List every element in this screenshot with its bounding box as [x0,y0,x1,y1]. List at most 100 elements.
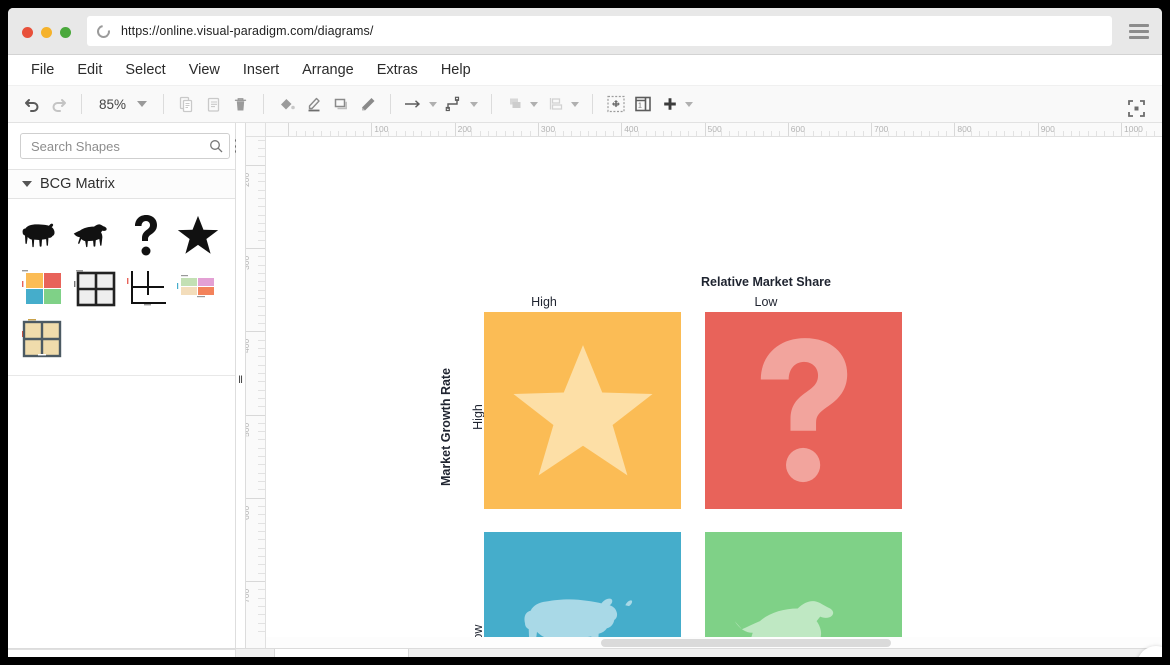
bring-to-front-icon[interactable] [501,91,528,118]
add-page-icon[interactable]: + [409,649,453,658]
triangle-down-icon[interactable] [22,181,32,187]
chevron-left-icon[interactable]: ❮ [1137,646,1162,657]
minimize-window-button[interactable] [41,27,52,38]
shapes-footer-button[interactable]: + Shapes... [8,649,235,657]
shape-item-bcg-axes[interactable] [122,263,170,311]
star-quadrant[interactable] [484,312,681,509]
ruler-tick [258,422,265,424]
chart-title: Relative Market Share [701,275,831,289]
reload-icon[interactable] [94,21,113,41]
ruler-tick [1121,123,1122,136]
ruler-tick [258,631,265,633]
add-chevron-down-icon[interactable] [685,101,694,107]
vertical-ruler[interactable]: 200 300 400 500 600 700 [246,137,266,648]
ruler-tick [258,606,265,608]
ruler-tick [258,197,265,199]
align-chevron-down-icon[interactable] [571,101,580,107]
ruler-tick [258,272,265,274]
copy-icon[interactable] [173,91,200,118]
line-color-icon[interactable] [300,91,327,118]
insert-shape-icon[interactable] [602,91,629,118]
menu-view[interactable]: View [179,59,230,81]
menu-arrange[interactable]: Arrange [292,59,364,81]
ruler-tick [258,431,265,433]
menu-file[interactable]: File [21,59,64,81]
maximize-window-button[interactable] [60,27,71,38]
cash-cow-quadrant[interactable] [484,532,681,648]
shadow-icon[interactable] [327,91,354,118]
shape-item-cow[interactable] [18,211,66,259]
section-bcg-matrix[interactable]: BCG Matrix [8,169,235,199]
ruler-label: 500 [707,124,722,134]
close-window-button[interactable] [22,27,33,38]
search-icon[interactable] [209,139,223,153]
ruler-label: 200 [457,124,472,134]
panel-splitter[interactable]: II [236,123,246,648]
ruler-label: 500 [246,422,251,437]
shape-item-bcg-matrix-grid[interactable] [70,263,118,311]
align-icon[interactable] [542,91,569,118]
toolbar-divider-2 [163,94,165,114]
ruler-tick [258,306,265,308]
horizontal-scrollbar-thumb[interactable] [601,639,891,647]
connection-arrow-icon[interactable] [400,91,427,118]
fullscreen-icon[interactable] [1123,95,1150,122]
app-window: https://online.visual-paradigm.com/diagr… [8,8,1162,657]
shape-item-star[interactable] [174,211,222,259]
ruler-tick [258,139,265,141]
diagram-sheet[interactable]: Relative Market Share High Low Market Gr… [266,137,1162,648]
shape-item-question-mark[interactable] [122,211,170,259]
splitter-grip-icon[interactable]: II [238,374,243,386]
ruler-tick [258,564,265,566]
horizontal-scrollbar[interactable] [266,637,1162,648]
footer-sidebar-area: + Shapes... [8,649,236,657]
menu-extras[interactable]: Extras [367,59,428,81]
connection-chevron-down-icon[interactable] [429,101,438,107]
ruler-tick [258,339,265,341]
redo-icon[interactable] [45,91,72,118]
ruler-tick [258,522,265,524]
ruler-tick [258,397,265,399]
ruler-label: 200 [246,172,251,187]
question-mark-quadrant[interactable] [705,312,902,509]
front-chevron-down-icon[interactable] [530,101,539,107]
ruler-tick [258,406,265,408]
ruler-tick [704,123,706,136]
toolbar-divider-1 [81,94,82,114]
horizontal-ruler[interactable]: 100 200 300 400 500 600 700 800 900 1000 [266,123,1162,137]
menu-edit[interactable]: Edit [67,59,112,81]
dog-quadrant[interactable] [705,532,902,648]
page-options-icon[interactable] [236,649,274,657]
fill-color-icon[interactable] [273,91,300,118]
zoom-chevron-down-icon[interactable] [137,101,148,107]
add-icon[interactable] [656,91,683,118]
shape-item-dog[interactable] [70,211,118,259]
ruler-tick [258,439,265,441]
ruler-tick [1037,123,1039,136]
insert-table-icon[interactable]: 1 [629,91,656,118]
trash-icon[interactable] [227,91,254,118]
menu-insert[interactable]: Insert [233,59,289,81]
shape-item-bcg-matrix-pastel[interactable] [174,263,222,311]
search-input[interactable] [29,137,209,155]
page-tab-page-1[interactable]: Page-1 [274,649,409,657]
zoom-level-label[interactable]: 85% [91,97,130,112]
menu-help[interactable]: Help [431,59,481,81]
ruler-tick [258,489,265,491]
waypoint-chevron-down-icon[interactable] [470,101,479,107]
undo-icon[interactable] [18,91,45,118]
ruler-label: 400 [246,339,251,354]
waypoint-icon[interactable] [441,91,468,118]
paste-icon[interactable] [200,91,227,118]
shape-item-bcg-matrix-tan[interactable] [18,315,66,363]
shape-item-bcg-matrix-colored[interactable] [18,263,66,311]
cow-shape-icon [22,223,55,248]
format-painter-icon[interactable] [354,91,381,118]
shape-palette [8,199,235,376]
ruler-label: 1000 [1124,124,1143,134]
search-shapes-box[interactable] [20,133,230,159]
hamburger-menu-icon[interactable] [1129,24,1149,39]
address-bar[interactable]: https://online.visual-paradigm.com/diagr… [87,16,1112,46]
ruler-tick [246,414,265,416]
menu-select[interactable]: Select [115,59,175,81]
